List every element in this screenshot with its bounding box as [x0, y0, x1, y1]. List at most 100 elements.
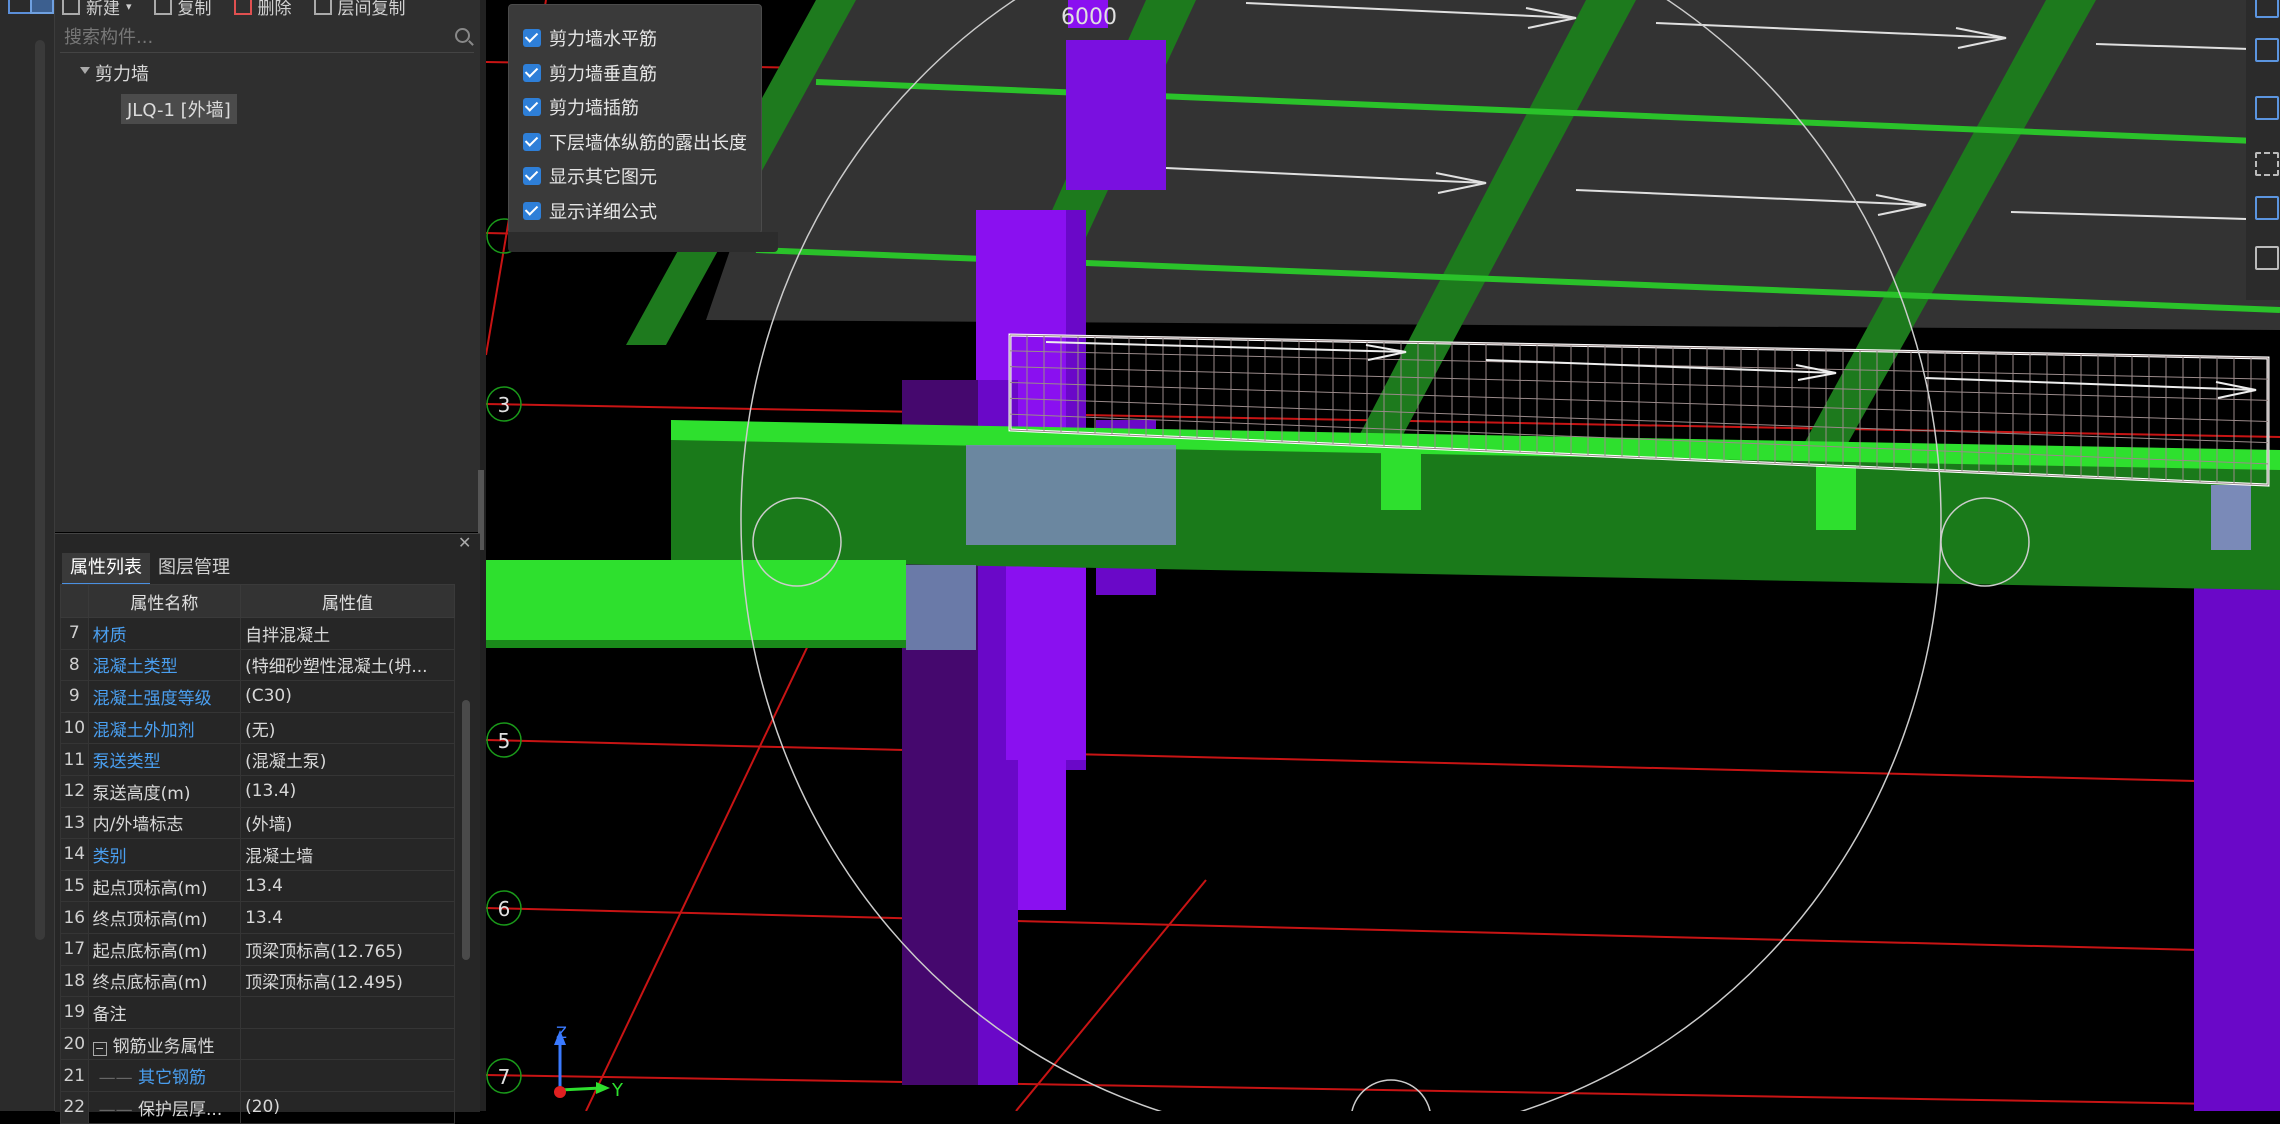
- grid-line: [486, 907, 2280, 953]
- row-number: 10: [60, 711, 89, 745]
- checkbox-checked-icon[interactable]: [523, 167, 541, 185]
- list-icon[interactable]: [2255, 246, 2279, 270]
- display-option-label: 显示其它图元: [549, 167, 657, 188]
- row-number: 8: [60, 648, 89, 682]
- property-value[interactable]: (C30): [240, 680, 455, 713]
- property-value[interactable]: (20): [240, 1090, 455, 1124]
- property-row[interactable]: 22 —— 保护层厚... (20): [60, 1090, 455, 1124]
- property-value[interactable]: 自拌混凝土: [240, 617, 455, 650]
- value-header: 属性值: [240, 584, 455, 618]
- view-icon[interactable]: [2255, 0, 2279, 18]
- right-toolbar: [2246, 0, 2280, 300]
- search-input[interactable]: [62, 24, 446, 50]
- new-button[interactable]: 新建 ▾: [62, 0, 132, 19]
- property-name: 材质: [87, 617, 242, 650]
- property-row[interactable]: 8 混凝土类型 (特细砂塑性混凝土(坍...: [60, 648, 455, 682]
- property-value[interactable]: (13.4): [240, 774, 455, 808]
- tree-connector: ——: [98, 1068, 139, 1089]
- property-value[interactable]: 13.4: [240, 869, 455, 903]
- collapse-icon[interactable]: −: [92, 1041, 107, 1056]
- property-row[interactable]: 19 备注: [60, 996, 455, 1029]
- property-value[interactable]: [240, 1059, 455, 1092]
- property-name: 起点底标高(m): [87, 932, 242, 966]
- property-row[interactable]: 14 类别 混凝土墙: [60, 838, 455, 871]
- row-number: 20: [60, 1027, 89, 1061]
- property-row[interactable]: 15 起点顶标高(m) 13.4: [60, 869, 455, 903]
- property-value[interactable]: 顶梁顶标高(12.765): [240, 932, 455, 966]
- display-option[interactable]: 剪力墙水平筋: [523, 25, 657, 51]
- display-option-label: 剪力墙插筋: [549, 98, 639, 119]
- display-option[interactable]: 显示详细公式: [523, 198, 657, 224]
- tree-expand-icon[interactable]: [80, 67, 90, 74]
- property-value[interactable]: [240, 1027, 455, 1061]
- property-name: —— 保护层厚...: [87, 1090, 242, 1124]
- property-name: —— 其它钢筋: [87, 1059, 242, 1092]
- property-name: 泵送高度(m): [87, 774, 242, 808]
- tab-layer-management[interactable]: 图层管理: [150, 553, 238, 583]
- checkbox-checked-icon[interactable]: [523, 201, 541, 220]
- property-scrollbar[interactable]: [462, 700, 470, 960]
- origin-point: [554, 1086, 566, 1098]
- row-number: 9: [60, 680, 89, 713]
- display-option[interactable]: 剪力墙插筋: [523, 94, 639, 120]
- display-option-label: 剪力墙水平筋: [549, 29, 657, 50]
- left-scrollbar[interactable]: [35, 40, 45, 940]
- property-row[interactable]: 13 内/外墙标志 (外墙): [60, 806, 455, 840]
- property-value[interactable]: 混凝土墙: [240, 838, 455, 871]
- property-row[interactable]: 18 终点底标高(m) 顶梁顶标高(12.495): [60, 964, 455, 998]
- property-name-text: 钢筋业务属性: [112, 1036, 215, 1057]
- property-row[interactable]: 12 泵送高度(m) (13.4): [60, 774, 455, 808]
- floor-copy-button[interactable]: 层间复制: [313, 0, 406, 19]
- property-name: 类别: [87, 838, 242, 871]
- property-value[interactable]: (无): [240, 711, 455, 745]
- checkbox-checked-icon[interactable]: [523, 98, 541, 116]
- axis-label-7: 7: [498, 1065, 511, 1089]
- left-strip: [0, 0, 55, 1111]
- display-option[interactable]: 下层墙体纵筋的露出长度: [523, 129, 747, 155]
- property-value[interactable]: (混凝土泵): [240, 743, 455, 776]
- property-name-text: 终点底标高(m): [92, 973, 208, 994]
- property-row[interactable]: 21 —— 其它钢筋: [60, 1059, 455, 1092]
- row-number: 17: [60, 932, 89, 966]
- property-name-text: 保护层厚...: [138, 1099, 223, 1120]
- property-value[interactable]: [240, 996, 455, 1029]
- delete-button[interactable]: 删除: [233, 0, 292, 19]
- display-option[interactable]: 剪力墙垂直筋: [523, 60, 657, 86]
- select-region-icon[interactable]: [2255, 152, 2279, 176]
- display-options-panel: 剪力墙水平筋剪力墙垂直筋剪力墙插筋下层墙体纵筋的露出长度 显示其它图元显示详细公式: [508, 4, 762, 234]
- cube-view-icon[interactable]: [2255, 196, 2279, 220]
- new-icon: [62, 0, 80, 15]
- property-value[interactable]: 13.4: [240, 901, 455, 934]
- property-row[interactable]: 9 混凝土强度等级 (C30): [60, 680, 455, 713]
- property-value[interactable]: (特细砂塑性混凝土(坍...: [240, 648, 455, 682]
- tree-root-label[interactable]: 剪力墙: [95, 60, 149, 86]
- property-row[interactable]: 16 终点顶标高(m) 13.4: [60, 901, 455, 934]
- checkbox-checked-icon[interactable]: [523, 29, 541, 47]
- name-header: 属性名称: [87, 584, 242, 618]
- tab-property-list[interactable]: 属性列表: [62, 553, 150, 585]
- layout-active-icon[interactable]: [30, 0, 54, 14]
- checkbox-checked-icon[interactable]: [523, 132, 541, 151]
- tree-item-jlq1[interactable]: JLQ-1 [外墙]: [121, 94, 237, 124]
- property-row[interactable]: 10 混凝土外加剂 (无): [60, 711, 455, 745]
- search-icon[interactable]: [455, 28, 470, 43]
- close-icon[interactable]: ✕: [458, 533, 471, 552]
- new-label: 新建: [86, 0, 120, 19]
- property-row[interactable]: 17 起点底标高(m) 顶梁顶标高(12.765): [60, 932, 455, 966]
- box-view-icon[interactable]: [2255, 38, 2279, 62]
- checkbox-checked-icon[interactable]: [523, 63, 541, 82]
- display-option[interactable]: 显示其它图元: [523, 163, 657, 189]
- property-name: 泵送类型: [87, 743, 242, 776]
- property-name-text: 起点顶标高(m): [92, 878, 208, 899]
- copy-button[interactable]: 复制: [153, 0, 212, 19]
- row-number: 16: [60, 901, 89, 934]
- property-row[interactable]: 7 材质 自拌混凝土: [60, 617, 455, 650]
- layer-view-icon[interactable]: [2255, 96, 2279, 120]
- new-dropdown-icon[interactable]: ▾: [126, 0, 132, 13]
- property-row[interactable]: 20− 钢筋业务属性: [60, 1027, 455, 1061]
- property-value[interactable]: 顶梁顶标高(12.495): [240, 964, 455, 998]
- display-option-label: 下层墙体纵筋的露出长度: [549, 132, 747, 154]
- property-value[interactable]: (外墙): [240, 806, 455, 840]
- floor-copy-label: 层间复制: [337, 0, 406, 19]
- property-row[interactable]: 11 泵送类型 (混凝土泵): [60, 743, 455, 776]
